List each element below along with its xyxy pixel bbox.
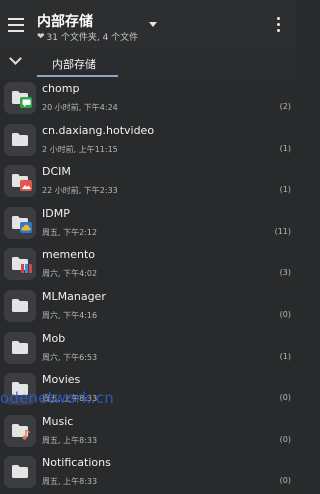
folder-item-count: (0) <box>279 476 291 486</box>
folder-row[interactable]: IDMP 周五, 下午2:12 (11) <box>0 203 296 245</box>
folder-modified-time: 周六, 下午4:16 <box>42 310 98 320</box>
folder-item-count: (11) <box>274 226 291 236</box>
heart-icon: ❤ <box>37 31 45 42</box>
storage-summary: ❤ 31 个文件夹, 4 个文件 <box>37 30 139 44</box>
folder-item-count: (1) <box>279 185 291 195</box>
folder-item-count: (0) <box>279 393 291 403</box>
folder-name: IDMP <box>42 206 70 220</box>
bars-icon <box>20 263 32 274</box>
folder-item-count: (1) <box>279 351 291 361</box>
storage-summary-text: 31 个文件夹, 4 个文件 <box>46 33 139 43</box>
watermark: odenetwork.cn <box>0 389 114 407</box>
image-icon <box>20 180 32 192</box>
chat-icon <box>20 97 32 108</box>
folder-name: Music <box>42 414 74 428</box>
folder-name: memento <box>42 248 95 262</box>
folder-glyph <box>12 465 28 479</box>
folder-item-count: (2) <box>279 102 291 111</box>
folder-name: chomp <box>42 82 80 95</box>
folder-row[interactable]: Mob 周六, 下午6:53 (1) <box>0 328 296 370</box>
folder-modified-time: 周五, 下午2:12 <box>42 227 98 237</box>
folder-row[interactable]: Music 周五, 上午8:33 (0) <box>0 411 296 453</box>
folder-name: DCIM <box>42 165 71 179</box>
folder-modified-time: 周五, 上午8:33 <box>42 435 98 445</box>
folder-glyph <box>12 132 28 146</box>
folder-row[interactable]: cn.daxiang.hotvideo 2 小时前, 上午11:15 (1) <box>0 120 296 162</box>
app-bar: 内部存储 ❤ 31 个文件夹, 4 个文件 <box>0 0 296 48</box>
folder-modified-time: 2 小时前, 上午11:15 <box>42 144 118 154</box>
folder-icon <box>4 456 36 489</box>
folder-list: chomp 20 小时前, 下午4:24 (2) cn.daxiang.hotvide… <box>0 78 296 494</box>
cloud-icon <box>20 221 32 233</box>
folder-item-count: (1) <box>279 143 291 153</box>
folder-name: cn.daxiang.hotvideo <box>42 123 155 137</box>
menu-icon[interactable] <box>8 18 24 32</box>
folder-row[interactable]: MLManager 周六, 下午4:16 (0) <box>0 286 296 328</box>
tab-bar: 内部存储 <box>0 48 296 78</box>
folder-name: MLManager <box>42 289 106 303</box>
folder-row[interactable]: memento 周六, 下午4:02 (3) <box>0 244 296 286</box>
folder-row[interactable]: chomp 20 小时前, 下午4:24 (2) <box>0 78 296 120</box>
folder-item-count: (0) <box>279 309 291 319</box>
folder-row[interactable]: Notifications 周五, 上午8:33 (0) <box>0 452 296 494</box>
folder-modified-time: 周五, 上午8:33 <box>42 477 98 487</box>
folder-modified-time: 周六, 下午6:53 <box>42 352 98 362</box>
chevron-down-icon[interactable] <box>9 52 22 65</box>
page-title: 内部存储 <box>37 14 93 30</box>
folder-name: Movies <box>42 373 81 387</box>
folder-modified-time: 20 小时前, 下午4:24 <box>42 103 118 112</box>
folder-icon <box>4 289 36 322</box>
folder-item-count: (0) <box>279 434 291 444</box>
storage-dropdown-icon[interactable] <box>149 22 157 27</box>
folder-icon <box>4 331 36 364</box>
more-options-icon[interactable] <box>277 17 281 33</box>
folder-row[interactable]: DCIM 22 小时前, 下午2:33 (1) <box>0 161 296 203</box>
folder-glyph <box>12 298 28 312</box>
folder-glyph <box>12 340 28 354</box>
folder-item-count: (3) <box>279 268 291 278</box>
folder-modified-time: 周六, 下午4:02 <box>42 269 98 279</box>
tab-internal-storage[interactable]: 内部存储 <box>52 56 96 72</box>
folder-name: Notifications <box>42 456 111 470</box>
folder-name: Mob <box>42 331 66 345</box>
music-icon <box>20 430 32 441</box>
active-tab-indicator <box>37 75 118 77</box>
folder-icon <box>4 123 36 156</box>
folder-modified-time: 22 小时前, 下午2:33 <box>42 186 118 196</box>
